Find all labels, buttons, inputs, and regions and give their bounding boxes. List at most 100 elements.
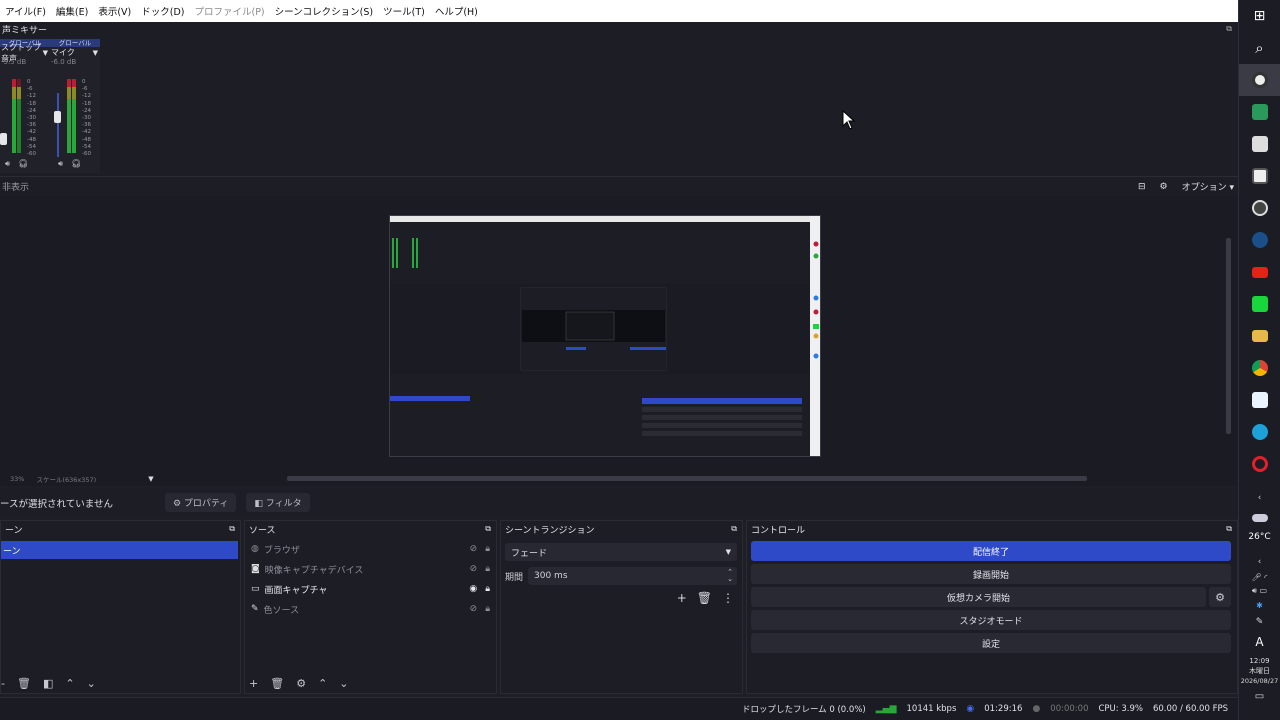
preview-header: 非表示 ⊟ ⚙︎ オプション ▾ (0, 176, 1238, 196)
undock-icon[interactable]: ⧉ (229, 524, 235, 534)
filters-button[interactable]: ◧ フィルタ (246, 493, 310, 512)
obs-taskbar-icon[interactable] (1238, 64, 1280, 96)
source-item-color[interactable]: ✎ 色ソース ⊘ 🔒︎ (245, 599, 496, 619)
menu-tools[interactable]: ツール(T) (378, 4, 430, 18)
channel-menu-icon[interactable]: ▼ (43, 49, 48, 57)
volume-meter (17, 79, 21, 153)
move-up-icon[interactable]: ⌃ (65, 677, 74, 690)
menu-dock[interactable]: ドック(D) (136, 4, 189, 18)
undock-icon[interactable]: ⧉ (731, 524, 737, 534)
start-icon[interactable]: ⊞ (1239, 0, 1280, 32)
add-transition-icon[interactable]: + (677, 591, 687, 605)
youtube-icon[interactable] (1239, 256, 1280, 288)
undock-icon[interactable]: ⧉ (1226, 24, 1232, 34)
speaker-icon[interactable]: 🔊︎ (5, 159, 10, 169)
move-up-icon[interactable]: ⌃ (318, 677, 327, 690)
signal-bars-icon: ▂▄▆ (875, 704, 897, 714)
undock-icon[interactable]: ⧉ (1226, 524, 1232, 534)
more-options-icon[interactable]: ⋮ (722, 591, 734, 605)
lock-icon[interactable]: 🔒︎ (485, 604, 490, 614)
hidden-eye-icon[interactable]: ⊘ (470, 544, 478, 554)
source-item-browser[interactable]: ◍ ブラウザ ⊘ 🔒︎ (245, 539, 496, 559)
headphones-icon[interactable]: 🎧︎ (71, 159, 81, 169)
menu-edit[interactable]: 編集(E) (51, 4, 93, 18)
speaker-icon[interactable]: 🔊︎ (58, 159, 63, 169)
weather-icon[interactable] (1239, 506, 1280, 530)
move-down-icon[interactable]: ⌄ (339, 677, 348, 690)
headphones-icon[interactable]: 🎧︎ (18, 159, 28, 169)
stream-time: 01:29:16 (984, 704, 1023, 714)
app-icon-green[interactable] (1239, 96, 1280, 128)
lock-icon[interactable]: 🔒︎ (485, 564, 490, 574)
shield-icon[interactable] (1239, 160, 1280, 192)
eye-icon[interactable]: ◉ (469, 584, 477, 594)
transition-select[interactable]: フェード ▼ (505, 543, 737, 561)
menu-scene-collection[interactable]: シーンコレクション(S) (270, 4, 378, 18)
stop-streaming-button[interactable]: 配信終了 (751, 541, 1231, 561)
menu-view[interactable]: 表示(V) (93, 4, 136, 18)
preview-horizontal-scrollbar[interactable] (287, 476, 1087, 481)
gear-icon[interactable]: ⚙︎ (296, 677, 306, 690)
folder-icon[interactable] (1239, 320, 1280, 352)
start-recording-button[interactable]: 録画開始 (751, 564, 1231, 584)
preview-canvas[interactable] (389, 215, 821, 457)
lock-icon[interactable]: 🔒︎ (485, 584, 490, 594)
hidden-eye-icon[interactable]: ⊘ (470, 604, 478, 614)
trash-icon[interactable]: 🗑︎ (270, 677, 284, 690)
search-icon[interactable]: ⌕ (1239, 32, 1280, 64)
start-virtual-camera-button[interactable]: 仮想カメラ開始 (751, 587, 1206, 607)
chevron-left-icon[interactable]: ‹ (1239, 490, 1280, 506)
source-item-video-capture[interactable]: ◙ 映像キャプチャデバイス ⊘ 🔒︎ (245, 559, 496, 579)
volume-fader-knob[interactable] (0, 133, 7, 145)
mixer-channel-desktop: グローバル スクトップ音声 ▼ -5.5 dB 0 -6 -12 -18 -24 -30-… (0, 39, 50, 173)
menu-help[interactable]: ヘルプ(H) (430, 4, 483, 18)
edge-icon[interactable] (1239, 416, 1280, 448)
move-down-icon[interactable]: ⌄ (87, 677, 96, 690)
scene-filter-icon[interactable]: ◧ (43, 677, 53, 690)
filter-icon: ◧ (254, 499, 263, 509)
undock-icon[interactable]: ⧉ (485, 524, 491, 534)
notification-icon[interactable]: ▭ (1239, 686, 1280, 706)
trash-icon[interactable]: 🗑︎ (697, 591, 712, 605)
pen-icon[interactable]: ✎ (1239, 612, 1280, 632)
trash-icon[interactable]: 🗑︎ (17, 677, 31, 690)
properties-button[interactable]: ⚙︎ プロパティ (164, 493, 237, 512)
add-source-icon[interactable]: + (249, 677, 258, 690)
settings-button[interactable]: 設定 (751, 633, 1231, 653)
duration-spinbox[interactable]: 300 ms ⌃ ⌄ (528, 567, 737, 585)
image-viewer-icon[interactable] (1239, 384, 1280, 416)
hidden-eye-icon[interactable]: ⊘ (470, 564, 478, 574)
epic-games-icon[interactable] (1239, 128, 1280, 160)
menu-file[interactable]: アイル(F) (0, 4, 51, 18)
options-dropdown[interactable]: オプション ▾ (1182, 180, 1234, 193)
scale-dropdown-icon[interactable]: ▼ (148, 475, 153, 483)
lock-icon[interactable]: 🔒︎ (485, 544, 490, 554)
add-icon[interactable]: - (1, 677, 5, 690)
source-item-display-capture[interactable]: ▭ 画面キャプチャ ◉ 🔒︎ (245, 579, 496, 599)
volume-fader-track[interactable] (57, 93, 59, 157)
scenes-title: ーン (5, 525, 23, 536)
chrome-icon[interactable] (1239, 352, 1280, 384)
steam-icon[interactable] (1239, 224, 1280, 256)
settings-icon[interactable]: ⚙︎ (1160, 182, 1168, 192)
opera-icon[interactable] (1239, 448, 1280, 480)
scene-item[interactable]: ーン (1, 541, 238, 559)
bluetooth-icon[interactable]: ✱ (1239, 598, 1280, 612)
preview-vertical-scrollbar[interactable] (1226, 238, 1231, 434)
gauge-icon[interactable] (1239, 192, 1280, 224)
volume-fader-knob[interactable] (54, 111, 61, 123)
channel-menu-icon[interactable]: ▼ (93, 49, 98, 57)
speaker-battery-icons[interactable]: 🔊︎ ▭ (1239, 584, 1280, 598)
virtual-camera-settings-icon[interactable]: ⚙︎ (1209, 587, 1231, 607)
controls-title: コントロール (751, 525, 806, 536)
studio-mode-button[interactable]: スタジオモード (751, 610, 1231, 630)
taskbar-clock[interactable]: 12:09 木曜日 2026/08/27 (1241, 656, 1278, 686)
mic-wifi-icons[interactable]: 🎤︎ ◜ (1239, 570, 1280, 584)
volume-meter (67, 79, 71, 153)
chevron-left-icon[interactable]: ‹ (1239, 554, 1280, 570)
menu-profile[interactable]: プロファイル(P) (189, 4, 269, 18)
kick-icon[interactable] (1239, 288, 1280, 320)
audio-mixer-dock: 声ミキサー ⧉ グローバル スクトップ音声 ▼ -5.5 dB 0 -6 -12 -1… (0, 22, 1238, 176)
layout-icon[interactable]: ⊟ (1138, 182, 1146, 192)
ime-indicator[interactable]: A (1239, 632, 1280, 652)
